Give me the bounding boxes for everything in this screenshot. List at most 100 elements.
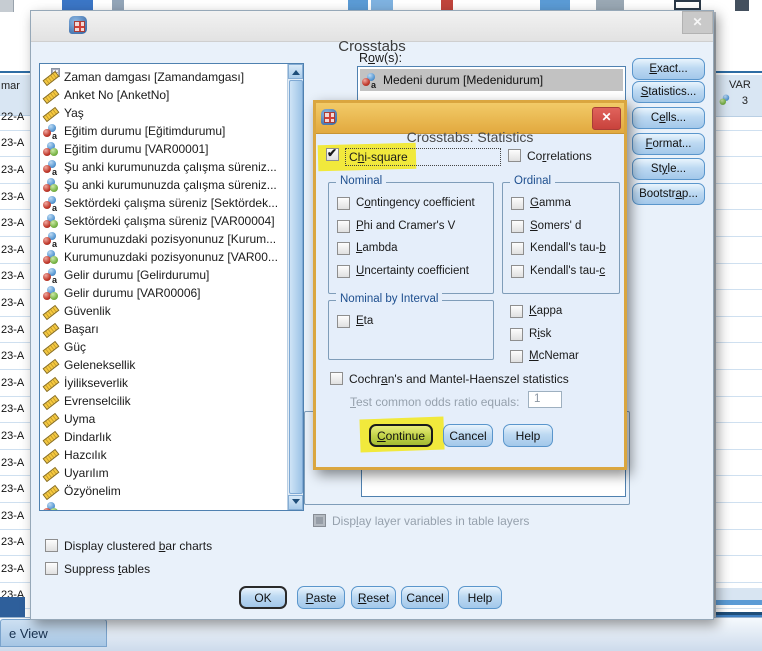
checkbox-box[interactable] — [337, 315, 350, 328]
scroll-up-icon[interactable] — [288, 64, 303, 79]
checkbox-box[interactable] — [510, 328, 523, 341]
scrollbar-thumb[interactable] — [289, 80, 303, 494]
variable-item[interactable]: aSektördeki çalışma süreniz [Sektördek..… — [40, 194, 303, 212]
checkbox-contingency-coefficient[interactable]: Contingency coefficient — [337, 197, 475, 210]
checkbox-box[interactable] — [510, 350, 523, 363]
checkbox-box[interactable] — [337, 242, 350, 255]
reset-button[interactable]: Reset — [351, 586, 396, 609]
checkbox-phi-and-cramer-s-v[interactable]: Phi and Cramer's V — [337, 220, 455, 233]
variable-item-label: Uyma — [64, 412, 95, 426]
checkbox-somers-d[interactable]: Somers' d — [511, 220, 581, 233]
checkbox-box[interactable] — [511, 197, 524, 210]
variable-item[interactable]: aŞu anki kurumunuzda çalışma süreniz... — [40, 158, 303, 176]
paste-button[interactable]: Paste — [297, 586, 345, 609]
variable-list[interactable]: Zaman damgası [Zamandamgası]Anket No [An… — [39, 63, 304, 511]
checkbox-display-clustered-bar-charts[interactable]: Display clustered bar charts — [45, 539, 212, 553]
nominal-icon — [43, 214, 59, 229]
variable-item[interactable]: aKurumunuzdaki pozisyonunuz [Kurum... — [40, 230, 303, 248]
close-icon[interactable] — [682, 11, 713, 34]
close-icon[interactable] — [592, 107, 621, 130]
side-button-style[interactable]: Style... — [632, 158, 705, 180]
checkbox-box[interactable] — [508, 149, 521, 162]
variable-item[interactable]: Uyarılım — [40, 464, 303, 482]
scale-icon — [43, 376, 59, 391]
variable-item[interactable]: Güç — [40, 338, 303, 356]
checkbox-kendall-s-tau-b[interactable]: Kendall's tau-b — [511, 242, 606, 255]
variable-item[interactable]: Dindarlık — [40, 428, 303, 446]
variable-item[interactable]: Sektördeki çalışma süreniz [VAR00004] — [40, 212, 303, 230]
side-button-bootstrap[interactable]: Bootstrap... — [632, 183, 705, 205]
variable-item[interactable]: Başarı — [40, 320, 303, 338]
checkbox-correlations[interactable]: Correlations — [508, 149, 592, 163]
statistics-titlebar[interactable]: Crosstabs: Statistics — [316, 103, 624, 134]
data-cell — [716, 343, 762, 370]
crosstabs-titlebar[interactable]: Crosstabs — [31, 11, 713, 42]
variable-item[interactable]: Şu anki kurumunuzda çalışma süreniz... — [40, 176, 303, 194]
checkbox-box[interactable] — [511, 242, 524, 255]
checkbox-uncertainty-coefficient[interactable]: Uncertainty coefficient — [337, 265, 469, 278]
scrollbar-fragment[interactable] — [716, 600, 762, 605]
data-cell — [716, 131, 762, 158]
checkbox-box[interactable] — [45, 539, 58, 552]
checkbox-gamma[interactable]: Gamma — [511, 197, 571, 210]
variable-item[interactable]: Güvenlik — [40, 302, 303, 320]
variable-item[interactable]: aGelir durumu [Gelirdurumu] — [40, 266, 303, 284]
checkbox-kendall-s-tau-c[interactable]: Kendall's tau-c — [511, 265, 605, 278]
checkbox-kappa[interactable]: Kappa — [510, 305, 562, 318]
checkbox-label: Eta — [356, 315, 373, 327]
scrollbar-fragment[interactable] — [716, 588, 762, 600]
checkbox-box[interactable] — [510, 305, 523, 318]
checkbox-box[interactable] — [511, 220, 524, 233]
checkbox-box[interactable] — [511, 265, 524, 278]
checkbox-eta[interactable]: Eta — [337, 315, 373, 328]
variable-item[interactable]: Özyönelim — [40, 482, 303, 500]
cancel-button[interactable]: Cancel — [443, 424, 493, 447]
checkbox-lambda[interactable]: Lambda — [337, 242, 398, 255]
variable-item[interactable]: Yaş — [40, 104, 303, 122]
variable-item[interactable]: Gelir durumu [VAR00006] — [40, 284, 303, 302]
variable-item[interactable]: Anket No [AnketNo] — [40, 86, 303, 104]
variable-item[interactable]: Hazcılık — [40, 446, 303, 464]
side-button-format[interactable]: Format... — [632, 133, 705, 155]
button-label: Cancel — [449, 429, 486, 443]
scroll-down-icon[interactable] — [288, 495, 303, 510]
checkbox-label: Uncertainty coefficient — [356, 265, 469, 277]
checkbox-suppress-tables[interactable]: Suppress tables — [45, 562, 150, 576]
checkbox-mcnemar[interactable]: McNemar — [510, 350, 579, 363]
checkbox-chi-square[interactable]: Chi-square — [326, 148, 501, 166]
checkbox-box[interactable] — [326, 148, 339, 161]
continue-button[interactable]: Continue — [369, 424, 433, 447]
checkbox-box[interactable] — [330, 372, 343, 385]
help-button[interactable]: Help — [458, 586, 502, 609]
data-cell — [716, 423, 762, 450]
selected-row-variable[interactable]: a Medeni durum [Medenidurum] — [360, 69, 623, 91]
checkbox-risk[interactable]: Risk — [510, 328, 551, 341]
cancel-button[interactable]: Cancel — [401, 586, 449, 609]
ok-button[interactable]: OK — [239, 586, 287, 609]
variable-item[interactable]: İyilikseverlik — [40, 374, 303, 392]
grid-line — [716, 71, 762, 73]
checkbox-box[interactable] — [337, 220, 350, 233]
tab-variable-view[interactable]: e View — [0, 619, 107, 647]
checkbox-box[interactable] — [337, 197, 350, 210]
checkbox-box[interactable] — [45, 562, 58, 575]
checkbox-cochran-mantel-haenszel[interactable]: Cochran's and Mantel-Haenszel statistics — [330, 372, 569, 386]
scale-icon — [43, 340, 59, 355]
variable-item[interactable]: aEğitim durumu [Eğitimdurumu] — [40, 122, 303, 140]
variable-item[interactable]: Kurumunuzdaki pozisyonunuz [VAR00... — [40, 248, 303, 266]
variable-list-scrollbar[interactable] — [287, 64, 303, 510]
variable-item[interactable]: Zaman damgası [Zamandamgası] — [40, 68, 303, 86]
variable-item[interactable]: Uyma — [40, 410, 303, 428]
variable-item[interactable]: Geleneksellik — [40, 356, 303, 374]
help-button[interactable]: Help — [503, 424, 553, 447]
variable-item[interactable]: Eğitim durumu [VAR00001] — [40, 140, 303, 158]
side-button-cells[interactable]: Cells... — [632, 107, 705, 129]
nominal-icon — [43, 286, 59, 301]
side-button-statistics[interactable]: Statistics... — [632, 81, 705, 103]
checkbox-box[interactable] — [337, 265, 350, 278]
side-button-exact[interactable]: Exact... — [632, 58, 705, 80]
data-cell: 23-A — [0, 556, 31, 583]
checkbox-label: Kappa — [529, 305, 562, 317]
variable-item[interactable] — [40, 500, 303, 511]
variable-item[interactable]: Evrenselcilik — [40, 392, 303, 410]
